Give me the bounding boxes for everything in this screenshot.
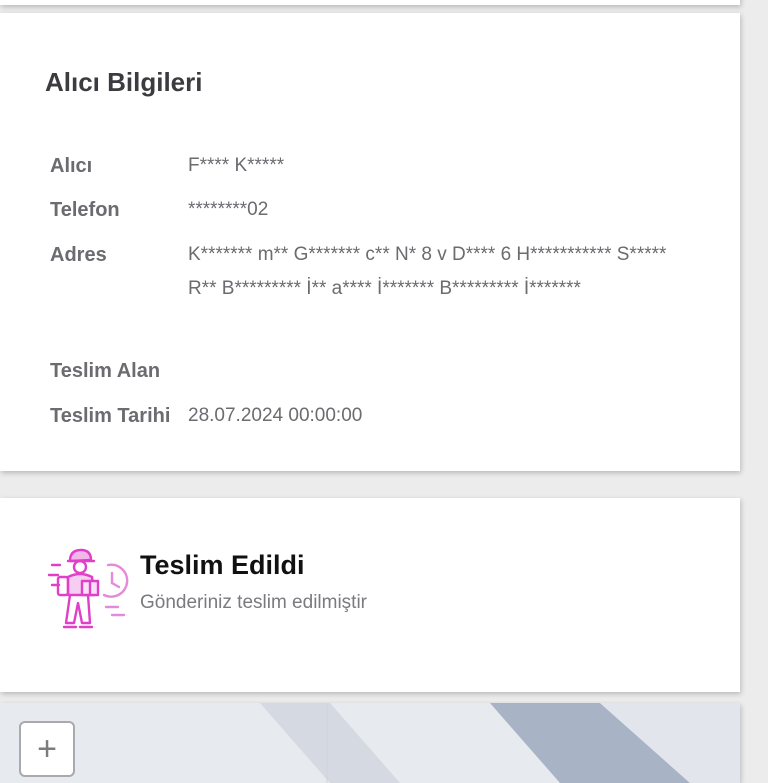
delivery-date-value: 28.07.2024 00:00:00 [188, 405, 363, 426]
map-background [0, 703, 740, 783]
map-view[interactable]: + [0, 703, 740, 783]
recipient-label: Alıcı [50, 155, 93, 177]
address-label: Adres [50, 244, 107, 266]
address-value: K******* m** G******* c** N* 8 v D**** 6… [188, 244, 667, 299]
phone-value: ********02 [188, 199, 269, 220]
received-by-label: Teslim Alan [50, 360, 161, 382]
delivery-person-clock-icon [47, 548, 129, 629]
status-title: Teslim Edildi [140, 550, 305, 580]
zoom-in-button[interactable]: + [19, 721, 75, 777]
recipient-info-title: Alıcı Bilgileri [45, 67, 203, 97]
delivery-status-card: Teslim Edildi Gönderiniz teslim edilmişt… [0, 498, 740, 692]
previous-card [0, 0, 740, 5]
recipient-info-card: Alıcı Bilgileri Alıcı F**** K***** Telef… [0, 13, 740, 471]
delivery-date-label: Teslim Tarihi [50, 405, 171, 427]
phone-label: Telefon [50, 199, 120, 221]
recipient-value: F**** K***** [188, 155, 285, 176]
status-subtitle: Gönderiniz teslim edilmiştir [140, 592, 368, 613]
